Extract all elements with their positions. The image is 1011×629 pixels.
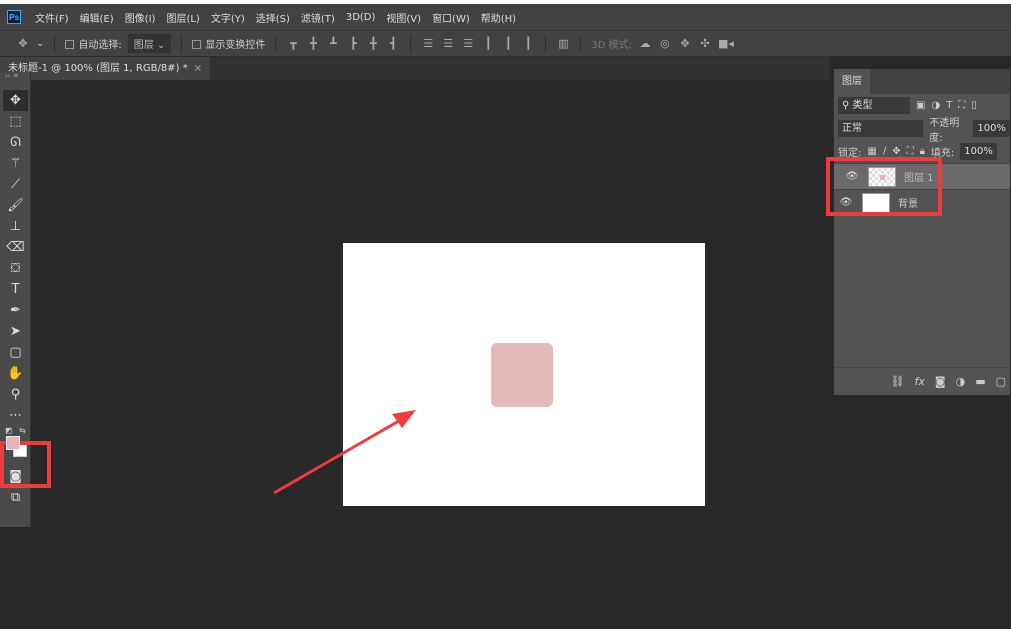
adjustment-layer-icon[interactable]: ◑ bbox=[956, 375, 966, 388]
blend-mode-dropdown[interactable]: 正常 bbox=[838, 120, 924, 137]
filter-type-icon[interactable]: T bbox=[946, 100, 952, 111]
layers-panel-footer: ⛓ fx ◙ ◑ ▬ ▢ bbox=[834, 367, 1010, 395]
filter-shape-icon[interactable]: ⛶ bbox=[958, 100, 965, 111]
foreground-color-swatch[interactable] bbox=[6, 436, 20, 450]
new-group-icon[interactable]: ▬ bbox=[975, 375, 985, 388]
link-layers-icon[interactable]: ⛓ bbox=[891, 375, 905, 388]
lock-transparent-icon[interactable]: ▦ bbox=[867, 146, 876, 157]
lock-all-icon[interactable]: 🔒︎ bbox=[920, 146, 925, 157]
opacity-input[interactable]: 100% bbox=[973, 120, 1010, 137]
opacity-label: 不透明度: bbox=[929, 117, 960, 144]
filter-adjustment-icon[interactable]: ◑ bbox=[931, 100, 940, 111]
fx-icon[interactable]: fx bbox=[915, 375, 925, 388]
tab-layers[interactable]: 图层 bbox=[834, 69, 870, 94]
new-layer-icon[interactable]: ▢ bbox=[996, 375, 1006, 388]
layer-filter-dropdown[interactable]: ⚲ 类型 bbox=[838, 97, 910, 114]
lock-pixels-icon[interactable]: ∕ bbox=[883, 146, 886, 157]
highlight-box-layers bbox=[826, 157, 942, 216]
add-mask-icon[interactable]: ◙ bbox=[935, 375, 946, 388]
fill-input[interactable]: 100% bbox=[960, 143, 997, 160]
filter-smart-object-icon[interactable]: ▯ bbox=[971, 100, 977, 111]
lock-position-icon[interactable]: ✥ bbox=[892, 146, 900, 157]
lock-artboard-icon[interactable]: ⛶ bbox=[907, 146, 914, 157]
filter-image-icon[interactable]: ▣ bbox=[916, 100, 925, 111]
layers-panel: 图层 ⚲ 类型 ▣ ◑ T ⛶ ▯ 正常 不透明度: 100% 锁定: ▦ ∕ ✥ ⛶ 🔒︎ 填… bbox=[833, 68, 1011, 396]
